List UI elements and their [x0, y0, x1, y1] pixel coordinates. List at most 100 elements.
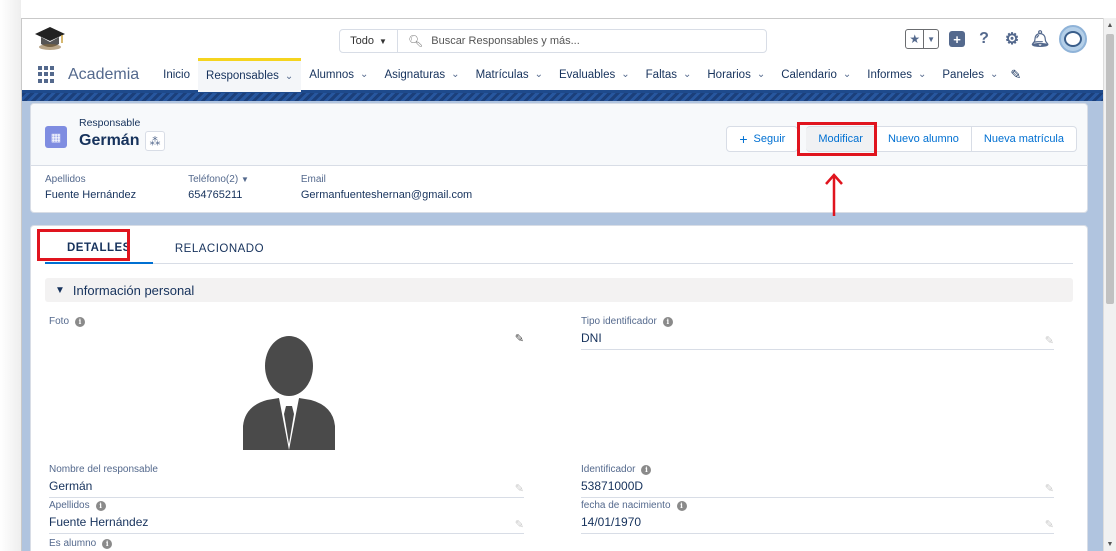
highlight-value[interactable]: Germanfuenteshernan@gmail.com: [301, 189, 472, 201]
responsible-name-field: Nombre del responsable Germán ✎: [49, 464, 524, 498]
chevron-down-icon[interactable]: ⌄: [535, 69, 543, 80]
field-value: 53871000D: [581, 479, 644, 493]
nav-item-label: Matrículas: [475, 68, 529, 81]
info-icon[interactable]: i: [641, 464, 652, 475]
new-student-button[interactable]: Nuevo alumno: [875, 126, 972, 152]
info-icon[interactable]: i: [102, 538, 113, 549]
nav-item-paneles[interactable]: Paneles ⌄: [934, 58, 1006, 92]
header-utility-icons: ★ ▼ + ? ⚙ 🔔︎: [905, 25, 1087, 53]
global-header: Todo ▼ 🔍︎ ★ ▼ + ? ⚙ 🔔︎: [22, 19, 1103, 59]
field-underline: [581, 497, 1054, 498]
nav-item-label: Horarios: [707, 68, 751, 81]
search-scope-label: Todo: [350, 35, 374, 47]
chevron-down-icon[interactable]: ⌄: [360, 69, 368, 80]
details-card: DETALLES RELACIONADO ▼ Información perso…: [30, 225, 1088, 551]
section-title: Información personal: [72, 282, 195, 298]
chevron-down-icon[interactable]: ▼: [923, 30, 938, 48]
avatar-face-icon: [1064, 31, 1082, 47]
info-icon[interactable]: i: [95, 500, 106, 511]
tab-related[interactable]: RELACIONADO: [153, 234, 286, 264]
chevron-down-icon[interactable]: ⌄: [285, 71, 293, 82]
scroll-up-arrow-icon[interactable]: ▲: [1104, 18, 1116, 32]
page-content: ▦ Responsable Germán ⁂ + Seguir Modifica…: [22, 101, 1103, 551]
app-launcher-icon[interactable]: [38, 65, 56, 84]
info-icon[interactable]: i: [662, 316, 673, 327]
field-label: Identificador: [581, 464, 636, 475]
app-name: Academia: [68, 65, 140, 83]
nav-item-inicio[interactable]: Inicio: [155, 58, 198, 92]
nav-item-matriculas[interactable]: Matrículas ⌄: [468, 58, 551, 92]
nav-item-asignaturas[interactable]: Asignaturas ⌄: [376, 58, 467, 92]
info-icon[interactable]: i: [676, 500, 687, 511]
scroll-down-arrow-icon[interactable]: ▼: [1104, 537, 1116, 551]
nav-item-informes[interactable]: Informes ⌄: [859, 58, 934, 92]
caret-down-icon: ▼: [240, 175, 249, 184]
record-title: Germán: [79, 132, 140, 149]
birth-date-field: fecha de nacimiento i 14/01/1970 ✎: [581, 500, 1054, 534]
nav-item-horarios[interactable]: Horarios ⌄: [699, 58, 773, 92]
highlight-surname: Apellidos Fuente Hernández: [45, 174, 136, 201]
edit-pencil-icon[interactable]: ✎: [515, 482, 524, 495]
edit-pencil-icon[interactable]: ✎: [515, 518, 524, 531]
modify-highlight-box: [797, 122, 877, 156]
red-arrow-up-icon: [825, 173, 843, 216]
highlight-label: Teléfono(2): [188, 174, 239, 185]
phone-dropdown[interactable]: Teléfono(2) ▼: [188, 174, 249, 185]
field-label: fecha de nacimiento: [581, 500, 671, 511]
favorites-button-group[interactable]: ★ ▼: [905, 29, 939, 49]
field-label: Apellidos: [49, 500, 90, 511]
search-scope-select[interactable]: Todo ▼: [340, 30, 398, 52]
highlight-email: Email Germanfuenteshernan@gmail.com: [301, 174, 472, 201]
gear-icon[interactable]: ⚙: [1003, 30, 1021, 48]
chevron-down-icon[interactable]: ⌄: [683, 69, 691, 80]
details-tab-highlight-box: [37, 229, 130, 261]
search-icon: 🔍︎: [408, 34, 424, 48]
edit-pencil-icon[interactable]: ✎: [1045, 482, 1054, 495]
help-icon[interactable]: ?: [975, 30, 993, 48]
chevron-down-icon[interactable]: ⌄: [843, 69, 851, 80]
nav-item-label: Alumnos: [309, 68, 355, 81]
person-silhouette-image: [243, 336, 335, 450]
nav-item-alumnos[interactable]: Alumnos ⌄: [301, 58, 376, 92]
info-icon[interactable]: i: [75, 316, 86, 327]
bell-icon[interactable]: 🔔︎: [1030, 30, 1050, 48]
chevron-down-icon[interactable]: ⌄: [451, 69, 459, 80]
field-underline: [581, 349, 1054, 350]
nav-item-responsables[interactable]: Responsables ⌄: [198, 57, 302, 92]
nav-item-evaluables[interactable]: Evaluables ⌄: [551, 58, 638, 92]
section-personal-info[interactable]: ▼ Información personal: [45, 278, 1073, 302]
star-icon[interactable]: ★: [906, 32, 923, 46]
nav-item-calendario[interactable]: Calendario ⌄: [773, 58, 859, 92]
nav-item-faltas[interactable]: Faltas ⌄: [638, 58, 700, 92]
highlight-label: Apellidos: [45, 174, 86, 185]
record-actions: + Seguir Modificar Nuevo alumno Nueva ma…: [726, 126, 1077, 152]
field-label: Tipo identificador: [581, 316, 657, 327]
nav-item-label: Faltas: [645, 68, 677, 81]
edit-nav-pencil-icon[interactable]: ✎: [1010, 67, 1021, 83]
nav-item-label: Informes: [867, 68, 912, 81]
record-object-type: Responsable: [79, 117, 141, 129]
graduation-cap-icon[interactable]: [34, 25, 66, 51]
chevron-down-icon[interactable]: ⌄: [918, 69, 926, 80]
chevron-down-icon: ▼: [55, 284, 65, 296]
new-enrollment-button[interactable]: Nueva matrícula: [971, 126, 1077, 152]
field-label: Es alumno: [49, 538, 97, 549]
avatar[interactable]: [1059, 25, 1087, 53]
edit-pencil-icon[interactable]: ✎: [515, 332, 524, 345]
edit-pencil-icon[interactable]: ✎: [1045, 334, 1054, 347]
scrollbar-thumb[interactable]: [1106, 34, 1114, 304]
plus-icon: +: [739, 131, 748, 147]
hierarchy-icon[interactable]: ⁂: [145, 131, 165, 151]
search-input[interactable]: [431, 35, 752, 47]
edit-pencil-icon[interactable]: ✎: [1045, 518, 1054, 531]
field-label: Foto: [49, 316, 70, 327]
chevron-down-icon[interactable]: ⌄: [621, 69, 629, 80]
global-actions-icon[interactable]: +: [949, 31, 965, 47]
nav-item-label: Paneles: [942, 68, 984, 81]
page-scrollbar[interactable]: ▲ ▼: [1103, 18, 1116, 551]
chevron-down-icon[interactable]: ⌄: [990, 69, 998, 80]
field-value: Germán: [49, 479, 93, 493]
chevron-down-icon: ▼: [378, 36, 387, 46]
chevron-down-icon[interactable]: ⌄: [757, 69, 765, 80]
follow-button[interactable]: + Seguir: [726, 126, 799, 152]
